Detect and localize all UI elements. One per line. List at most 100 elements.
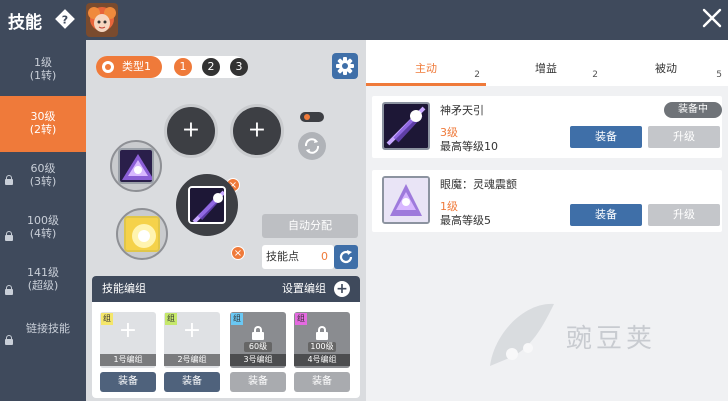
equipped-skill-slot[interactable] bbox=[116, 208, 168, 260]
group-card-2[interactable]: 组 + 2号编组 bbox=[164, 312, 220, 368]
equipped-skill-slot[interactable] bbox=[176, 174, 238, 236]
preset-type-label: 类型1 bbox=[122, 60, 151, 73]
lock-icon bbox=[5, 335, 13, 345]
group-card-1[interactable]: 组 + 1号编组 bbox=[100, 312, 156, 368]
tab-count: 5 bbox=[716, 70, 722, 80]
sidebar-item-label: 141级 bbox=[27, 266, 59, 279]
skill-max-level: 最高等级5 bbox=[440, 214, 491, 227]
preset-2-button[interactable]: 2 bbox=[202, 58, 220, 76]
equip-button[interactable]: 装备 bbox=[570, 204, 642, 226]
sidebar-item-sublabel: (1转) bbox=[29, 69, 57, 82]
swap-button[interactable] bbox=[298, 132, 326, 160]
settings-button[interactable] bbox=[332, 53, 358, 79]
equipped-skill-slot[interactable] bbox=[110, 140, 162, 192]
group-equip-button[interactable]: 装备 bbox=[100, 372, 156, 392]
group-card-name: 4号编组 bbox=[294, 354, 350, 366]
group-tag: 组 bbox=[295, 313, 307, 325]
upgrade-button[interactable]: 升级 bbox=[648, 126, 720, 148]
sidebar-item-label: 60级 bbox=[30, 162, 56, 175]
toggle-switch[interactable] bbox=[300, 112, 324, 122]
empty-skill-slot[interactable]: + bbox=[164, 104, 218, 158]
auto-assign-button[interactable]: 自动分配 bbox=[262, 214, 358, 238]
sidebar-item-level-100[interactable]: 100级 (4转) bbox=[0, 208, 86, 264]
sidebar: 1级 (1转) 30级 (2转) 60级 (3转) 100级 (4转) 141级… bbox=[0, 40, 86, 401]
skill-eye-icon bbox=[118, 148, 154, 184]
skill-slots-panel: 类型1 1 2 3 + + × × 自动分配 技能点 0 技能编组 设置编组 +… bbox=[86, 40, 366, 401]
header-bar: 技能 ? bbox=[0, 0, 728, 40]
skill-spear-icon bbox=[188, 186, 226, 224]
sidebar-item-level-141[interactable]: 141级 (超级) bbox=[0, 262, 86, 318]
skill-eye-icon bbox=[382, 176, 430, 224]
upgrade-button[interactable]: 升级 bbox=[648, 204, 720, 226]
sidebar-item-label: 100级 bbox=[27, 214, 59, 227]
add-group-icon[interactable]: + bbox=[334, 281, 350, 297]
page-title: 技能 bbox=[8, 13, 42, 33]
lock-icon bbox=[252, 326, 264, 340]
lock-icon bbox=[5, 231, 13, 241]
sidebar-item-link-skills[interactable]: 链接技能 bbox=[0, 312, 86, 368]
remove-skill-icon[interactable]: × bbox=[231, 246, 245, 260]
group-unlock-level: 100级 bbox=[308, 342, 336, 352]
character-avatar bbox=[86, 3, 118, 37]
sidebar-item-label: 30级 bbox=[30, 110, 56, 123]
sidebar-item-label: 链接技能 bbox=[26, 322, 70, 335]
group-editor-header: 技能编组 设置编组 + bbox=[92, 276, 360, 302]
group-tag: 组 bbox=[231, 313, 243, 325]
tab-label: 被动 bbox=[655, 62, 677, 75]
sidebar-item-level-60[interactable]: 60级 (3转) bbox=[0, 152, 86, 208]
group-card-name: 3号编组 bbox=[230, 354, 286, 366]
tab-count: 2 bbox=[592, 70, 598, 80]
plus-icon: + bbox=[182, 318, 202, 343]
tab-label: 主动 bbox=[415, 62, 437, 75]
swap-icon bbox=[304, 138, 320, 154]
skill-light-icon bbox=[124, 216, 160, 252]
group-card-name: 1号编组 bbox=[100, 354, 156, 366]
svg-text:?: ? bbox=[62, 14, 68, 27]
sidebar-item-level-30[interactable]: 30级 (2转) bbox=[0, 96, 86, 152]
lock-icon bbox=[5, 175, 13, 185]
skill-points-label: 技能点 bbox=[266, 250, 299, 263]
skill-spear-icon bbox=[382, 102, 430, 150]
plus-icon: + bbox=[181, 117, 201, 143]
reset-points-button[interactable] bbox=[334, 245, 358, 269]
watermark-text: 豌豆荚 bbox=[566, 324, 657, 354]
lock-icon bbox=[5, 285, 13, 295]
group-equip-button[interactable]: 装备 bbox=[164, 372, 220, 392]
skill-group-editor: 技能编组 设置编组 + 组 + 1号编组 装备 组 + 2号编组 装备 组 60… bbox=[92, 276, 360, 398]
group-equip-button[interactable]: 装备 bbox=[294, 372, 350, 392]
sidebar-item-level-1[interactable]: 1级 (1转) bbox=[0, 40, 86, 96]
skill-row: 眼魔：灵魂震颤 1级 最高等级5 装备 升级 bbox=[372, 170, 722, 232]
help-icon[interactable]: ? bbox=[54, 8, 76, 30]
radio-icon bbox=[102, 61, 114, 73]
tab-passive[interactable]: 被动 5 bbox=[606, 40, 726, 86]
group-card-4[interactable]: 组 100级 4号编组 bbox=[294, 312, 350, 368]
group-card-name: 2号编组 bbox=[164, 354, 220, 366]
skill-points-box: 技能点 0 bbox=[262, 245, 334, 269]
refresh-icon bbox=[339, 250, 353, 264]
tab-count: 2 bbox=[474, 70, 480, 80]
lock-icon bbox=[316, 326, 328, 340]
preset-1-button[interactable]: 1 bbox=[174, 58, 192, 76]
skill-name: 眼魔：灵魂震颤 bbox=[440, 178, 517, 191]
equip-button[interactable]: 装备 bbox=[570, 126, 642, 148]
equipped-badge: 装备中 bbox=[664, 102, 722, 118]
preset-3-button[interactable]: 3 bbox=[230, 58, 248, 76]
group-equip-button[interactable]: 装备 bbox=[230, 372, 286, 392]
group-tag: 组 bbox=[101, 313, 113, 325]
tab-buff[interactable]: 增益 2 bbox=[486, 40, 606, 86]
sidebar-item-sublabel: (2转) bbox=[29, 123, 57, 136]
group-unlock-level: 60级 bbox=[244, 342, 272, 352]
skill-tabs: 主动 2 增益 2 被动 5 bbox=[366, 40, 728, 86]
plus-icon: + bbox=[247, 117, 267, 143]
group-tag: 组 bbox=[165, 313, 177, 325]
preset-type-button[interactable]: 类型1 bbox=[96, 56, 162, 78]
group-card-3[interactable]: 组 60级 3号编组 bbox=[230, 312, 286, 368]
empty-skill-slot[interactable]: + bbox=[230, 104, 284, 158]
sidebar-item-label: 1级 bbox=[34, 56, 52, 69]
tab-active[interactable]: 主动 2 bbox=[366, 40, 486, 86]
skill-max-level: 最高等级10 bbox=[440, 140, 498, 153]
set-group-link[interactable]: 设置编组 bbox=[282, 276, 326, 302]
skill-name: 神矛天引 bbox=[440, 104, 484, 117]
close-icon[interactable] bbox=[702, 8, 722, 28]
tab-label: 增益 bbox=[535, 62, 557, 75]
